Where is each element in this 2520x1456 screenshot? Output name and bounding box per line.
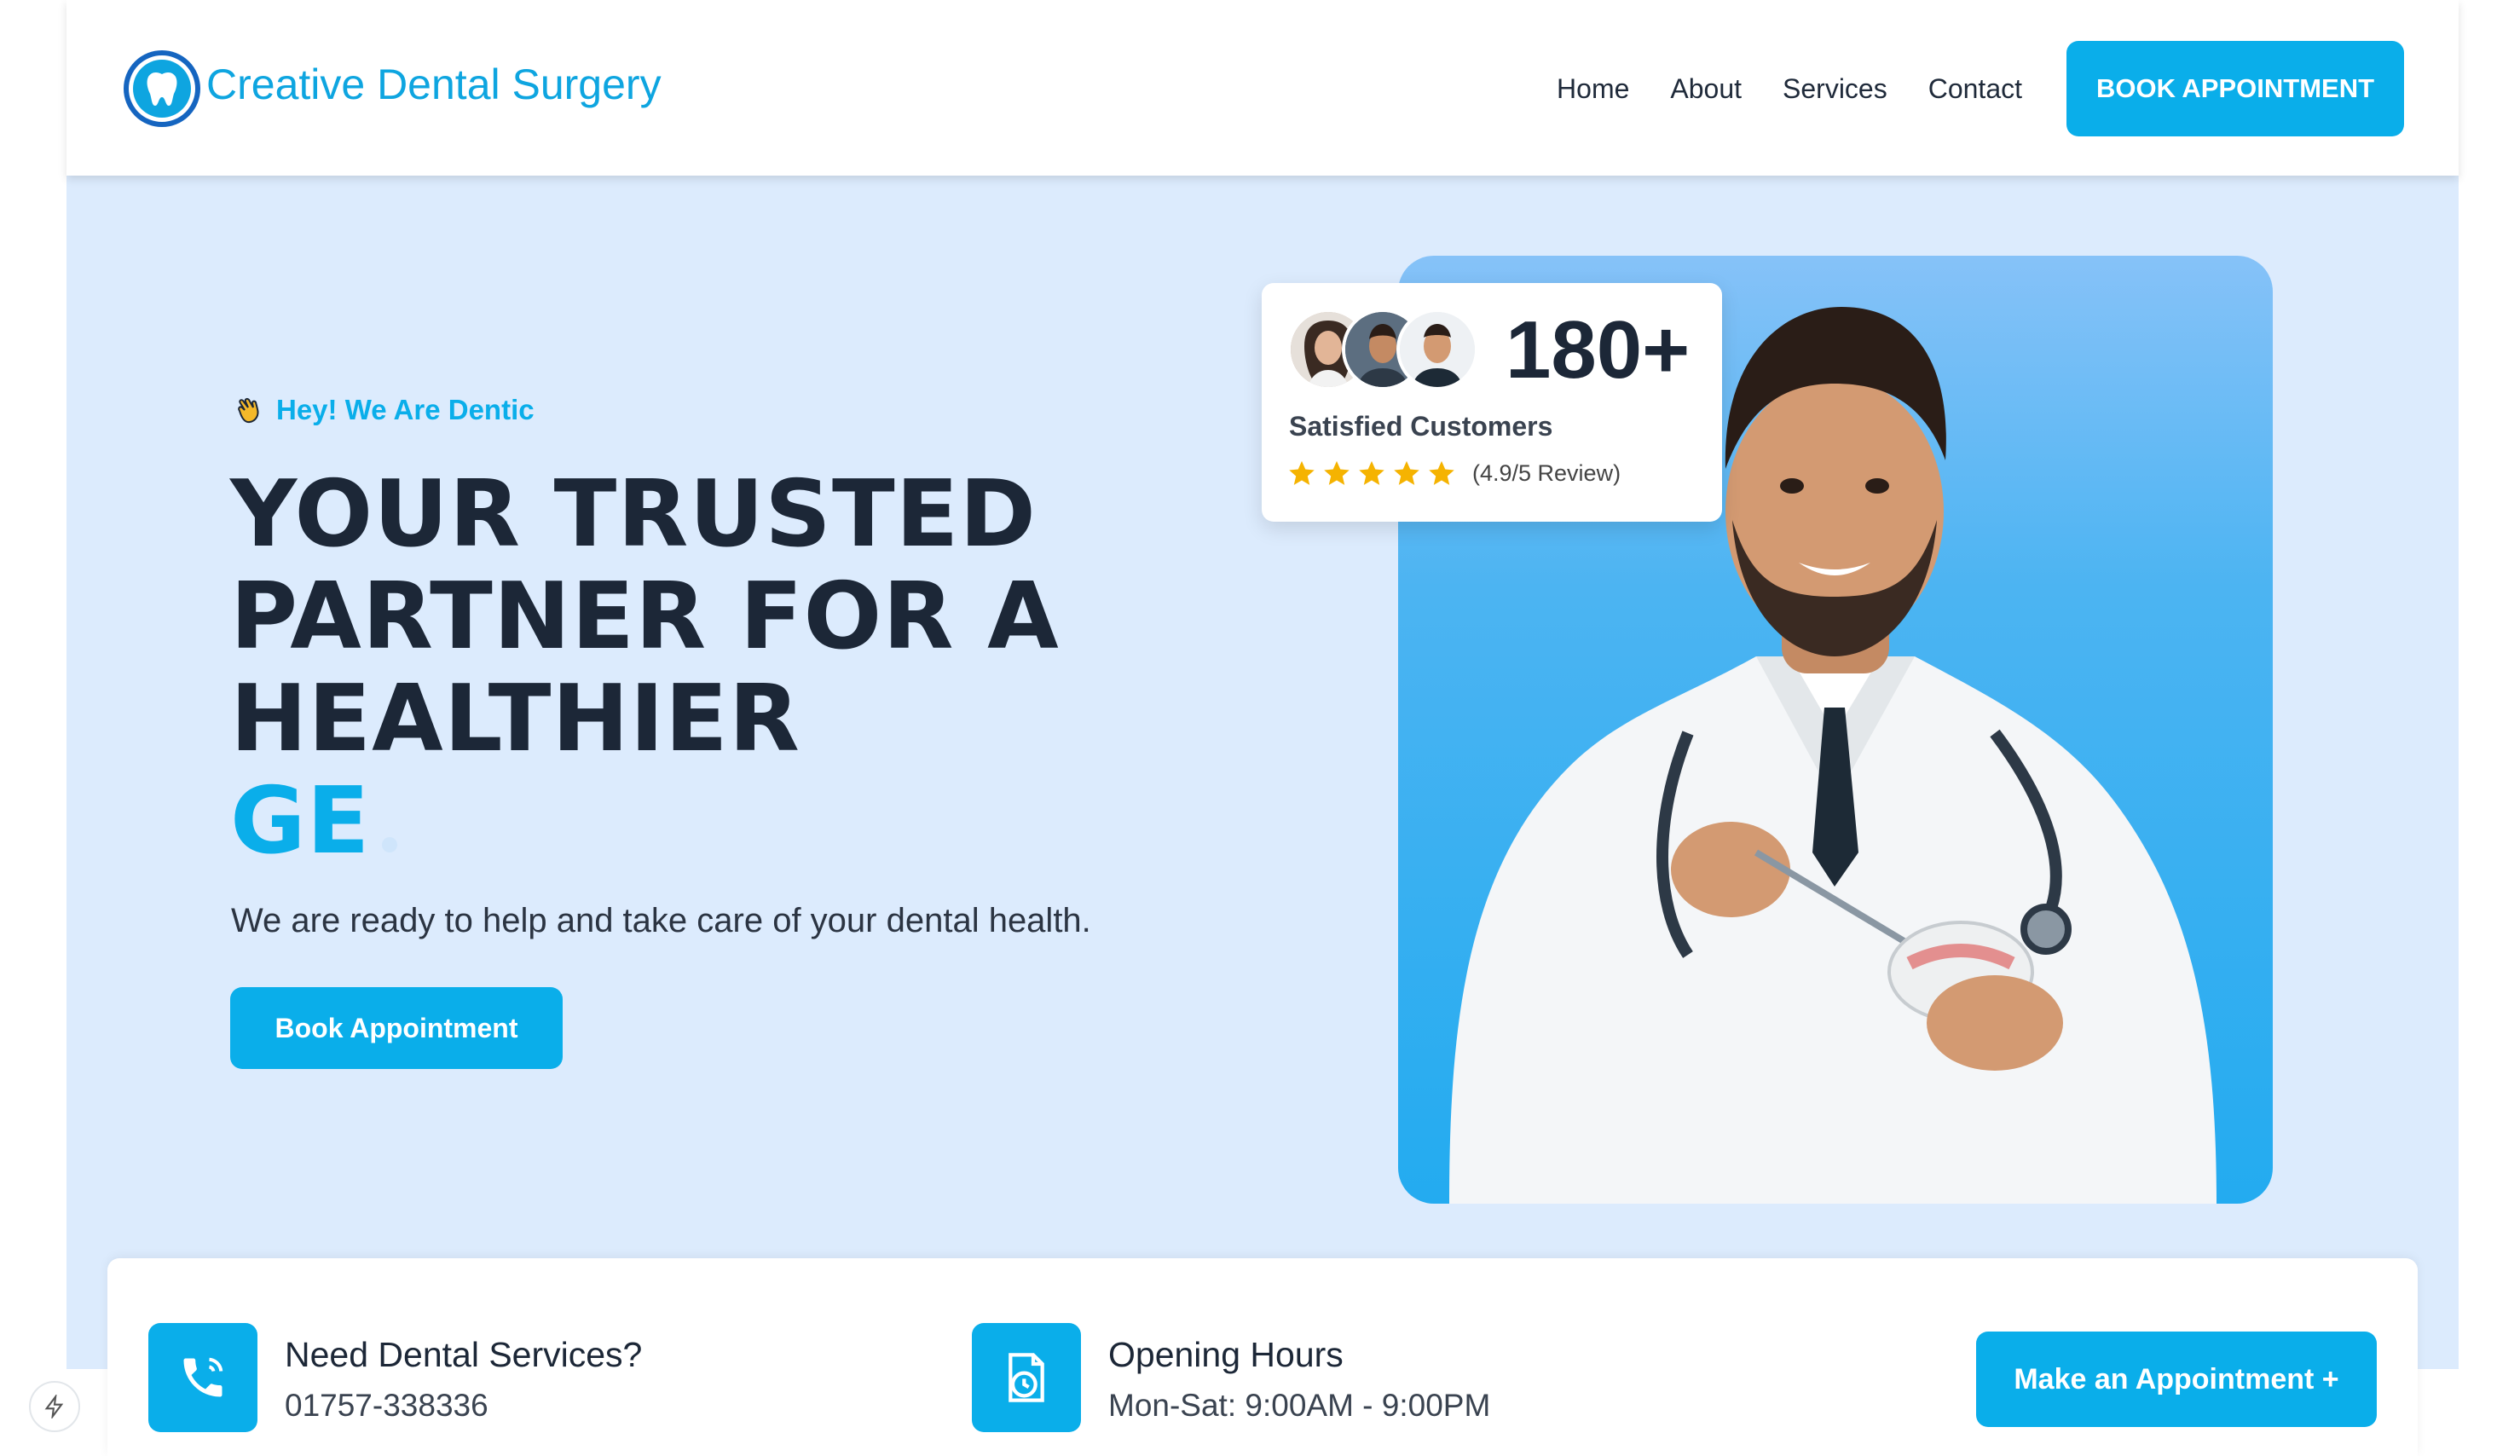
star-icon	[1324, 460, 1350, 485]
phone-icon[interactable]	[148, 1323, 257, 1432]
book-appointment-button[interactable]: BOOK APPOINTMENT	[2066, 41, 2404, 136]
bolt-icon[interactable]	[29, 1381, 80, 1432]
tooth-icon[interactable]	[123, 49, 201, 128]
avatar	[1396, 309, 1478, 390]
headline-line: YOUR TRUSTED	[230, 461, 1037, 568]
brand-name[interactable]: Creative Dental Surgery	[206, 60, 662, 109]
phone-number[interactable]: 01757-338336	[285, 1388, 488, 1424]
hero-headline: YOUR TRUSTED PARTNER FOR A HEALTHIER GE	[230, 464, 1168, 873]
nav-services-link[interactable]: Services	[1783, 73, 1887, 105]
headline-accent-word: GE	[230, 768, 371, 875]
nav-home-link[interactable]: Home	[1557, 73, 1629, 105]
main-nav: Home About Services Contact BOOK APPOINT…	[1557, 41, 2404, 136]
rating-text: (4.9/5 Review)	[1472, 459, 1621, 486]
customer-avatars	[1287, 309, 1492, 390]
tagline-text: Hey! We Are Dentic	[276, 394, 535, 425]
star-icon	[1429, 460, 1454, 485]
nav-contact-link[interactable]: Contact	[1928, 73, 2022, 105]
phone-title: Need Dental Services?	[285, 1335, 643, 1374]
hero-book-appointment-button[interactable]: Book Appointment	[230, 987, 563, 1069]
make-appointment-button[interactable]: Make an Appointment +	[1976, 1332, 2377, 1427]
nav-about-link[interactable]: About	[1670, 73, 1742, 105]
star-icon	[1394, 460, 1419, 485]
contact-info-bar: Need Dental Services? 01757-338336 Openi…	[107, 1258, 2418, 1456]
star-icon	[1289, 460, 1315, 485]
hero-tagline: Hey! We Are Dentic	[232, 394, 535, 426]
hero-subtitle: We are ready to help and take care of yo…	[231, 902, 1091, 939]
clock-document-icon	[972, 1323, 1081, 1432]
site-header: Creative Dental Surgery Home About Servi…	[66, 0, 2459, 176]
star-icon	[1359, 460, 1384, 485]
waving-hand-icon	[238, 397, 259, 424]
customer-count: 180+	[1506, 304, 1691, 396]
headline-line: PARTNER FOR A	[230, 563, 1060, 670]
typing-cursor	[382, 837, 398, 852]
customers-label: Satisfied Customers	[1289, 411, 1553, 442]
reviews-card: 180+ Satisfied Customers (4.9/5 Review)	[1262, 283, 1722, 522]
hours-value: Mon-Sat: 9:00AM - 9:00PM	[1108, 1388, 1491, 1423]
hours-title: Opening Hours	[1108, 1335, 1344, 1374]
headline-line: HEALTHIER	[230, 666, 801, 772]
rating-stars: (4.9/5 Review)	[1287, 459, 1621, 488]
